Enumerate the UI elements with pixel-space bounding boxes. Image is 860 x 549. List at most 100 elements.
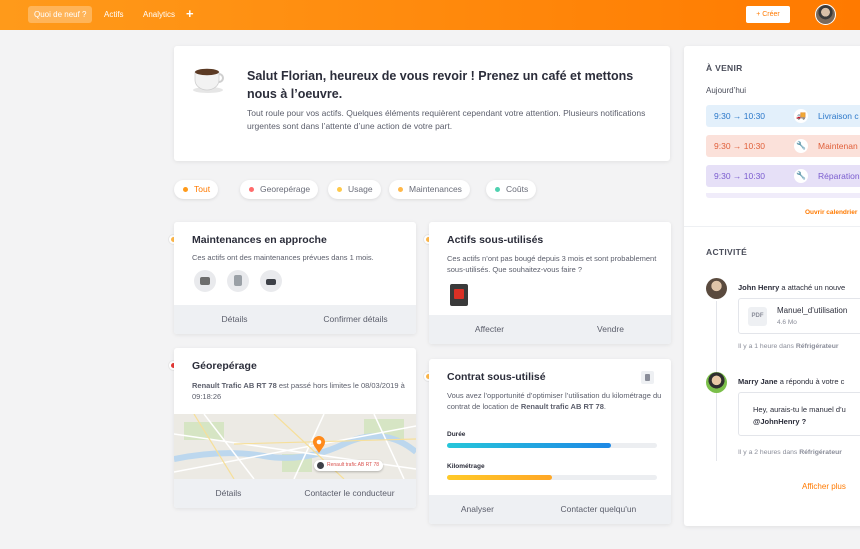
event-label: Livraison c (818, 111, 859, 121)
duration-label: Durée (447, 431, 466, 438)
card-title: Géorepérage (192, 360, 257, 372)
welcome-text: Tout roule pour vos actifs. Quelques élé… (247, 108, 646, 131)
activity-place-link[interactable]: Réfrigérateur (796, 343, 839, 350)
card-footer: Détails Contacter le conducteur (174, 479, 416, 508)
attachment-name: Manuel_d’utilisation (777, 306, 848, 315)
filter-dot-icon (495, 187, 500, 192)
location-pin-icon (313, 436, 325, 453)
nav-item-whats-new[interactable]: Quoi de neuf ? (28, 6, 93, 23)
divider (684, 226, 860, 227)
filter-label: Georepérage (260, 184, 311, 194)
event-time: 9:30 → 10:30 (714, 141, 766, 151)
filter-usage[interactable]: Usage (328, 180, 381, 199)
open-calendar-link[interactable]: Ouvrir calendrier (805, 209, 857, 216)
filter-label: Tout (194, 184, 211, 194)
activity-text: John Henry a attaché un nouve (738, 283, 845, 292)
map-vehicle-tag[interactable]: Renault trafic AB RT 78 (314, 460, 384, 471)
card-underused-assets: Actifs sous-utilisés Ces actifs n’ont pa… (429, 222, 671, 344)
vehicle-name: Renault trafic AB RT 78 (520, 402, 604, 411)
sell-button[interactable]: Vendre (550, 315, 671, 344)
truck-icon: 🚚 (794, 109, 808, 123)
top-navigation-bar: Quoi de neuf ? Actifs Analytics + + Crée… (0, 0, 860, 30)
nav-item-analytics[interactable]: Analytics (143, 6, 175, 23)
nav-item-assets[interactable]: Actifs (104, 6, 124, 23)
reply-mention: @JohnHenry ? (753, 417, 807, 426)
filter-costs[interactable]: Coûts (486, 180, 537, 199)
contact-driver-button[interactable]: Contacter le conducteur (283, 479, 416, 508)
card-text: Ces actifs ont des maintenances prévues … (192, 253, 374, 262)
upcoming-heading: À VENIR (706, 63, 743, 73)
duration-progress-fill (447, 443, 611, 448)
card-maintenance: Maintenances en approche Ces actifs ont … (174, 222, 416, 334)
vehicle-name: Renault Trafic AB RT 78 (192, 381, 277, 390)
filter-all[interactable]: Tout (174, 180, 219, 199)
event-delivery[interactable]: 9:30 → 10:30 🚚 Livraison c (706, 105, 860, 127)
filter-dot-icon (183, 187, 188, 192)
confirm-details-button[interactable]: Confirmer détails (295, 305, 416, 334)
card-geofencing: Géorepérage Renault Trafic AB RT 78 est … (174, 348, 416, 508)
document-icon[interactable] (641, 371, 654, 384)
mileage-progress (447, 475, 657, 480)
show-more-link[interactable]: Afficher plus (802, 482, 846, 491)
card-text: Ces actifs n’ont pas bougé depuis 3 mois… (447, 254, 657, 274)
contact-someone-button[interactable]: Contacter quelqu'un (526, 495, 671, 524)
welcome-card: Salut Florian, heureux de vous revoir ! … (174, 46, 670, 161)
map-tag-label: Renault trafic AB RT 78 (327, 462, 380, 468)
filter-dot-icon (249, 187, 254, 192)
add-nav-icon[interactable]: + (186, 5, 194, 22)
activity-place-link[interactable]: Réfrigérateur (799, 449, 842, 456)
event-repair[interactable]: 9:30 → 10:30 🔧 Réparation (706, 165, 860, 187)
filter-maintenance[interactable]: Maintenances (389, 180, 470, 199)
right-sidebar: À VENIR Aujourd’hui 9:30 → 10:30 🚚 Livra… (684, 46, 860, 526)
activity-text: Marry Jane a répondu à votre c (738, 377, 844, 386)
reply-card[interactable]: Hey, aurais-tu le manuel d’u @JohnHenry … (738, 392, 860, 436)
activity-meta: Il y a 2 heures dans Réfrigérateur (738, 449, 842, 456)
activity-action: a attaché un nouve (779, 283, 846, 292)
filter-geofencing[interactable]: Georepérage (240, 180, 319, 199)
contract-message-end: . (603, 402, 606, 411)
activity-meta: Il y a 1 heure dans Réfrigérateur (738, 343, 839, 350)
mileage-progress-fill (447, 475, 552, 480)
asset-ac-unit-icon[interactable] (194, 270, 216, 292)
card-underused-contract: Contrat sous-utilisé Vous avez l’opportu… (429, 359, 671, 524)
event-maintenance[interactable]: 9:30 → 10:30 🔧 Maintenan (706, 135, 860, 157)
event-label: Réparation (818, 171, 860, 181)
vehicle-icon (317, 462, 324, 469)
user-avatar-john[interactable] (706, 278, 727, 299)
filter-label: Maintenances (409, 184, 462, 194)
wrench-icon: 🔧 (794, 169, 808, 183)
card-footer: Affecter Vendre (429, 315, 671, 344)
details-button[interactable]: Détails (174, 479, 283, 508)
event-label: Maintenan (818, 141, 858, 151)
asset-car-icon[interactable] (260, 270, 282, 292)
activity-user[interactable]: Marry Jane (738, 377, 778, 386)
card-title: Maintenances en approche (192, 234, 327, 246)
card-text: Renault Trafic AB RT 78 est passé hors l… (192, 380, 412, 402)
details-button[interactable]: Détails (174, 305, 295, 334)
activity-user[interactable]: John Henry (738, 283, 779, 292)
pdf-file-icon: PDF (748, 307, 767, 326)
mileage-label: Kilométrage (447, 463, 485, 470)
card-footer: Détails Confirmer détails (174, 305, 416, 334)
duration-progress (447, 443, 657, 448)
create-button[interactable]: + Créer (746, 6, 790, 23)
event-overflow (706, 193, 860, 198)
card-title: Actifs sous-utilisés (447, 234, 544, 246)
assign-button[interactable]: Affecter (429, 315, 550, 344)
asset-fridge-icon[interactable] (227, 270, 249, 292)
activity-time: Il y a 2 heures dans (738, 449, 800, 456)
event-time: 9:30 → 10:30 (714, 171, 766, 181)
asset-machine-icon[interactable] (450, 284, 468, 306)
event-time: 9:30 → 10:30 (714, 111, 766, 121)
show-more-label: Afficher plus (802, 482, 846, 491)
filter-label: Usage (348, 184, 373, 194)
user-avatar[interactable] (815, 4, 836, 25)
upcoming-day: Aujourd’hui (706, 86, 747, 95)
card-footer: Analyser Contacter quelqu'un (429, 495, 671, 524)
filter-dot-icon (337, 187, 342, 192)
user-avatar-marry[interactable] (706, 372, 727, 393)
activity-action: a répondu à votre c (777, 377, 845, 386)
attachment-card[interactable]: PDF Manuel_d’utilisation 4.6 Mo (738, 298, 860, 334)
analyze-button[interactable]: Analyser (429, 495, 526, 524)
coffee-cup-icon (193, 68, 224, 93)
